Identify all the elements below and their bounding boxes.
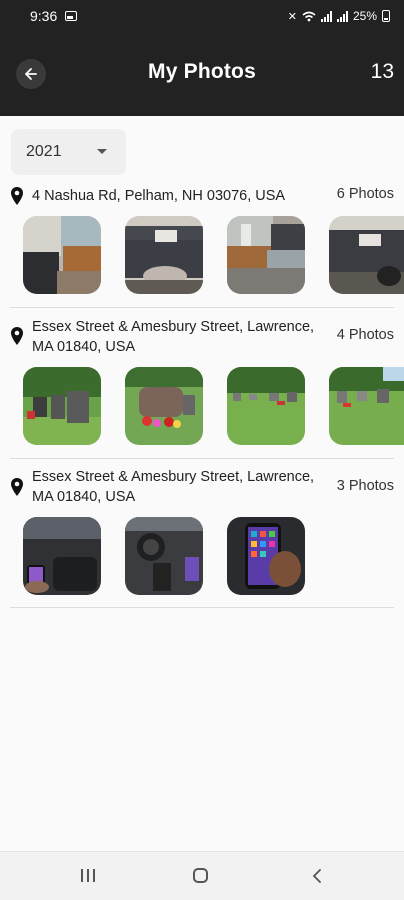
location-address: Essex Street & Amesbury Street, Lawrence… <box>32 469 315 505</box>
photo-thumbnail[interactable] <box>23 216 101 294</box>
location-pin-icon <box>11 187 23 205</box>
signal-icon-2 <box>336 10 348 22</box>
recent-apps-button[interactable] <box>81 869 95 882</box>
caret-down-icon <box>97 149 107 154</box>
battery-icon <box>382 10 390 22</box>
page-title: My Photos <box>148 60 256 83</box>
nav-back-button[interactable] <box>312 869 322 883</box>
wifi-icon <box>302 11 316 21</box>
location-pin-icon <box>11 478 23 496</box>
location-address: Essex Street & Amesbury Street, Lawrence… <box>32 319 315 355</box>
location-pin-icon <box>11 327 23 345</box>
photo-thumbnail[interactable] <box>23 367 101 445</box>
photo-thumbnail[interactable] <box>125 216 203 294</box>
home-button[interactable] <box>193 868 208 883</box>
photo-thumbnail[interactable] <box>125 367 203 445</box>
system-nav-bar <box>0 851 404 900</box>
section-divider <box>10 307 394 308</box>
location-photo-count: 4 Photos <box>336 327 394 343</box>
photo-thumbnail[interactable] <box>125 517 203 595</box>
battery-percent: 25% <box>352 9 377 23</box>
status-bar: 9:36 ✕ 25% <box>0 0 404 32</box>
section-divider <box>10 607 394 608</box>
photo-thumbnail[interactable] <box>23 517 101 595</box>
year-value: 2021 <box>26 143 62 160</box>
photo-thumbnail[interactable] <box>329 216 404 294</box>
photo-thumbnail[interactable] <box>227 367 305 445</box>
signal-icon <box>320 10 332 22</box>
location-photo-count: 6 Photos <box>336 186 394 202</box>
status-time: 9:36 <box>30 8 58 24</box>
gallery-notification-icon <box>65 11 78 21</box>
location-address: 4 Nashua Rd, Pelham, NH 03076, USA <box>32 188 286 204</box>
section-divider <box>10 458 394 459</box>
mute-icon: ✕ <box>287 10 297 23</box>
photo-thumbnail[interactable] <box>227 517 305 595</box>
location-photo-count: 3 Photos <box>336 478 394 494</box>
photo-thumbnail[interactable] <box>227 216 305 294</box>
photo-total-count: 13 <box>370 60 394 83</box>
app-bar: My Photos 13 <box>0 32 404 116</box>
photo-thumbnail[interactable] <box>329 367 404 445</box>
year-dropdown[interactable]: 2021 <box>11 129 126 175</box>
